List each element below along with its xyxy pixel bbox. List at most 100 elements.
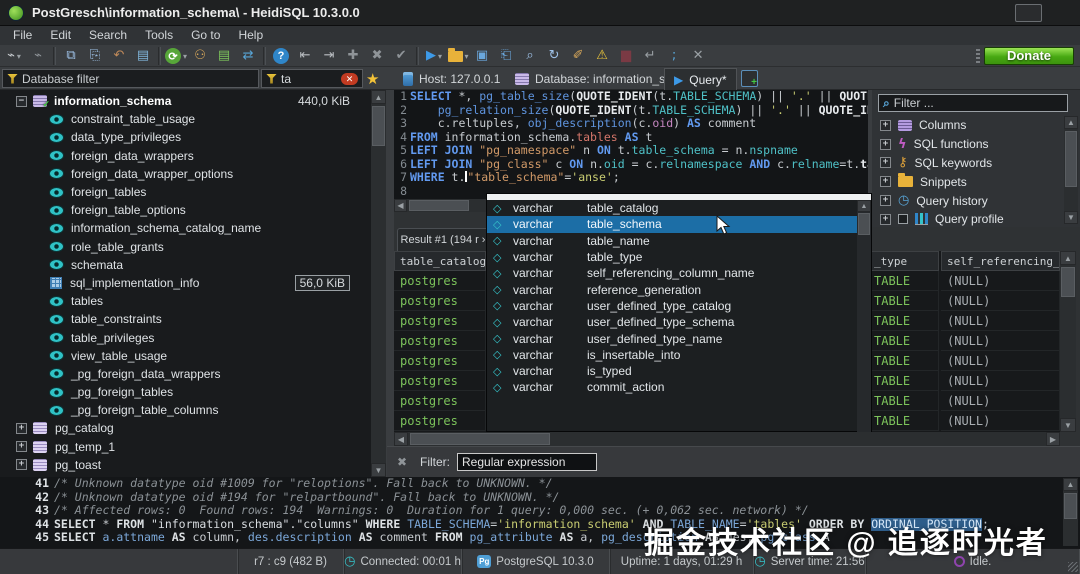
- database-filter-input[interactable]: [22, 72, 254, 86]
- helper-filter-box[interactable]: ⌕: [878, 94, 1068, 112]
- table-filter-input[interactable]: [281, 72, 337, 86]
- tree-item-schemata[interactable]: schemata: [0, 256, 370, 274]
- column-header[interactable]: table_catalog: [394, 251, 486, 271]
- completion-item-user_defined_type_catalog[interactable]: ◇varcharuser_defined_type_catalog: [487, 298, 871, 314]
- grid-cell[interactable]: (NULL): [941, 411, 1060, 431]
- grid-cell[interactable]: postgres: [394, 311, 486, 331]
- tab-query[interactable]: ▶Query*: [664, 68, 737, 90]
- grid-cell[interactable]: TABLE: [868, 391, 939, 411]
- menu-item-edit[interactable]: Edit: [41, 26, 80, 45]
- set-delimiter-button[interactable]: ;: [663, 46, 685, 66]
- grid-cell[interactable]: (NULL): [941, 351, 1060, 371]
- grid-cell[interactable]: TABLE: [868, 271, 939, 291]
- helper-item-query-profile[interactable]: +Query profile: [874, 210, 1058, 229]
- grid-cell[interactable]: (NULL): [941, 311, 1060, 331]
- scroll-thumb[interactable]: [372, 106, 385, 146]
- tree-item-table_constraints[interactable]: table_constraints: [0, 310, 370, 328]
- tree-root-information-schema[interactable]: −✓information_schema440,0 KiB: [0, 92, 370, 110]
- menu-item-help[interactable]: Help: [229, 26, 272, 45]
- log-scrollbar[interactable]: ▲: [1063, 478, 1078, 546]
- tree-item-data_type_privileges[interactable]: data_type_privileges: [0, 128, 370, 146]
- sql-editor[interactable]: 1SELECT *, pg_table_size(QUOTE_IDENT(t.T…: [394, 90, 868, 199]
- completion-item-table_type[interactable]: ◇varchartable_type: [487, 249, 871, 265]
- expand-icon[interactable]: +: [880, 139, 891, 150]
- menu-item-search[interactable]: Search: [80, 26, 136, 45]
- disconnect-button[interactable]: ⌁: [27, 46, 49, 66]
- completion-item-table_name[interactable]: ◇varchartable_name: [487, 233, 871, 249]
- completion-item-is_typed[interactable]: ◇varcharis_typed: [487, 363, 871, 379]
- grid-cell[interactable]: (NULL): [941, 371, 1060, 391]
- wrap-lines-button[interactable]: ↵: [639, 46, 661, 66]
- helper-filter-input[interactable]: [894, 96, 1063, 110]
- new-query-tab-icon[interactable]: [741, 70, 758, 87]
- grid-cell[interactable]: (NULL): [941, 291, 1060, 311]
- column-header[interactable]: _type: [868, 251, 939, 271]
- expand-icon[interactable]: +: [16, 441, 27, 452]
- grid-cell[interactable]: TABLE: [868, 351, 939, 371]
- help-button[interactable]: ?: [270, 46, 292, 66]
- table-diff-button[interactable]: ⇄: [237, 46, 259, 66]
- editor-hscrollbar[interactable]: ◀: [394, 199, 486, 212]
- clear-filter-icon[interactable]: ✕: [341, 73, 358, 85]
- column-header[interactable]: self_referencing_col: [941, 251, 1060, 271]
- completion-item-table_schema[interactable]: ◇varchartable_schema: [487, 216, 871, 232]
- open-file-button[interactable]: ▾: [447, 46, 469, 66]
- checkbox[interactable]: [898, 214, 908, 224]
- tree-item-foreign_tables[interactable]: foreign_tables: [0, 183, 370, 201]
- scroll-up-icon[interactable]: ▲: [371, 90, 386, 104]
- replace-text-button[interactable]: ↻: [543, 46, 565, 66]
- grid-cell[interactable]: TABLE: [868, 331, 939, 351]
- grid-cell[interactable]: postgres: [394, 331, 486, 351]
- run-query-button[interactable]: ▶▾: [423, 46, 445, 66]
- grid-cell[interactable]: postgres: [394, 271, 486, 291]
- grid-cell[interactable]: TABLE: [868, 411, 939, 431]
- scroll-left-icon[interactable]: ◀: [394, 199, 407, 212]
- delete-record-button[interactable]: ✖: [366, 46, 388, 66]
- tree-item-_pg_foreign_table_columns[interactable]: _pg_foreign_table_columns: [0, 401, 370, 419]
- goto-first-button[interactable]: ⇤: [294, 46, 316, 66]
- grid-cell[interactable]: TABLE: [868, 291, 939, 311]
- undo-button[interactable]: ↶: [108, 46, 130, 66]
- table-filter-box[interactable]: ✕: [261, 69, 363, 88]
- grid-cell[interactable]: TABLE: [868, 311, 939, 331]
- popup-scrollbar[interactable]: ▲: [857, 200, 871, 432]
- scroll-thumb[interactable]: [1061, 267, 1075, 297]
- close-button[interactable]: [1045, 4, 1072, 22]
- grid-filter-input[interactable]: [457, 453, 597, 471]
- scroll-thumb[interactable]: [1064, 493, 1077, 519]
- paste-button[interactable]: ⎘: [84, 46, 106, 66]
- completion-item-reference_generation[interactable]: ◇varcharreference_generation: [487, 281, 871, 297]
- save-query-button[interactable]: ▣: [471, 46, 493, 66]
- close-query-tab-button[interactable]: ✕: [687, 46, 709, 66]
- tree-item-table_privileges[interactable]: table_privileges: [0, 328, 370, 346]
- session-manager-button[interactable]: ⌁▾: [3, 46, 25, 66]
- tree-item-tables[interactable]: tables: [0, 292, 370, 310]
- helper-item-snippets[interactable]: +Snippets: [874, 172, 1058, 191]
- completion-item-is_insertable_into[interactable]: ◇varcharis_insertable_into: [487, 347, 871, 363]
- tree-scrollbar[interactable]: ▲ ▼: [371, 90, 386, 477]
- tree-schema-pg_temp_1[interactable]: +pg_temp_1: [0, 438, 370, 456]
- favorites-star-icon[interactable]: ★: [366, 70, 379, 88]
- expand-icon[interactable]: +: [880, 120, 891, 131]
- user-manager-button[interactable]: ⚇: [189, 46, 211, 66]
- tree-splitter[interactable]: [386, 90, 394, 477]
- grid-cell[interactable]: postgres: [394, 391, 486, 411]
- result-tab[interactable]: Result #1 (194 r ›: [397, 228, 489, 251]
- tree-item-_pg_foreign_data_wrappers[interactable]: _pg_foreign_data_wrappers: [0, 365, 370, 383]
- tree-item-foreign_table_options[interactable]: foreign_table_options: [0, 201, 370, 219]
- export-report-button[interactable]: ▤: [213, 46, 235, 66]
- close-icon[interactable]: ✖: [397, 455, 407, 469]
- tree-item-foreign_data_wrappers[interactable]: foreign_data_wrappers: [0, 147, 370, 165]
- resize-grip[interactable]: [1068, 562, 1078, 572]
- tree-item-foreign_data_wrapper_options[interactable]: foreign_data_wrapper_options: [0, 165, 370, 183]
- tree-item-sql_implementation_info[interactable]: sql_implementation_info56,0 KiB: [0, 274, 370, 292]
- completion-item-user_defined_type_schema[interactable]: ◇varcharuser_defined_type_schema: [487, 314, 871, 330]
- expand-icon[interactable]: +: [16, 459, 27, 470]
- expand-icon[interactable]: +: [880, 157, 891, 168]
- grid-cell[interactable]: postgres: [394, 371, 486, 391]
- expand-icon[interactable]: +: [880, 176, 891, 187]
- completion-item-commit_action[interactable]: ◇varcharcommit_action: [487, 379, 871, 395]
- grid-cell[interactable]: TABLE: [868, 371, 939, 391]
- tree-item-constraint_table_usage[interactable]: constraint_table_usage: [0, 110, 370, 128]
- post-changes-button[interactable]: ✔: [390, 46, 412, 66]
